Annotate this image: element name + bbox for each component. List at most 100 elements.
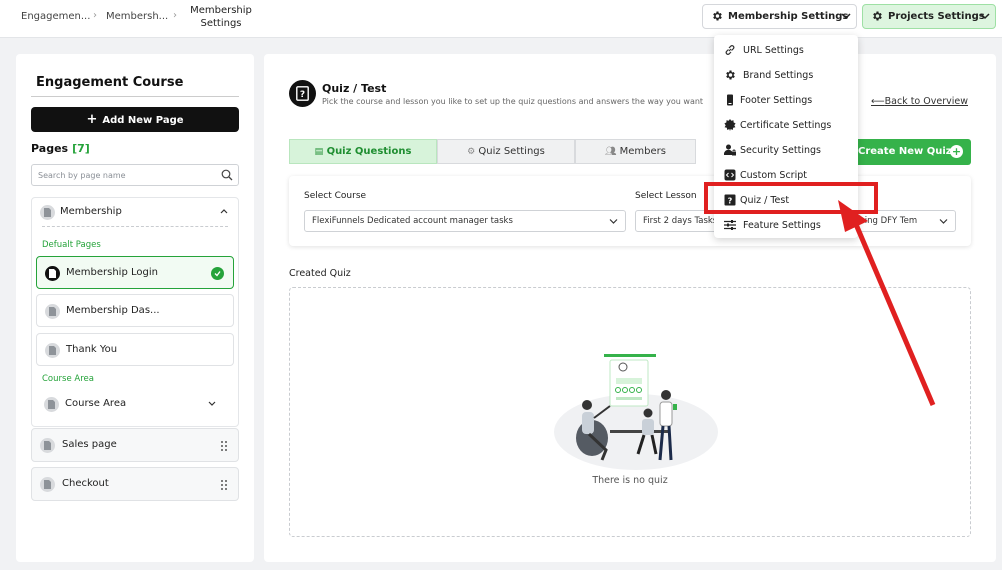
page-title: Quiz / Test bbox=[322, 82, 387, 95]
document-icon bbox=[45, 343, 60, 358]
course-area-section-label: Course Area bbox=[42, 374, 94, 384]
divider bbox=[42, 226, 228, 227]
create-new-quiz-button[interactable]: Create New Quiz + bbox=[854, 139, 971, 165]
membership-group-header[interactable]: Membership bbox=[32, 198, 240, 226]
course-area-item[interactable]: Course Area bbox=[41, 389, 229, 419]
select-lesson-value: First 2 days Tasks bbox=[643, 216, 718, 226]
chevron-up-icon[interactable] bbox=[220, 208, 228, 214]
pages-heading: Pages [7] bbox=[31, 142, 90, 155]
menu-item-footer-settings[interactable]: Footer Settings bbox=[714, 87, 858, 112]
menu-item-label: Certificate Settings bbox=[740, 120, 832, 131]
tab-label: Members bbox=[619, 146, 666, 157]
created-quiz-area: There is no quiz bbox=[289, 287, 971, 537]
user-lock-icon bbox=[724, 144, 736, 156]
certificate-icon bbox=[724, 119, 736, 131]
membership-settings-label: Membership Settings bbox=[728, 11, 849, 22]
link-icon bbox=[725, 45, 735, 55]
projects-settings-label: Projects Settings bbox=[888, 11, 985, 22]
menu-item-feature-settings[interactable]: Feature Settings bbox=[714, 212, 858, 237]
add-new-page-button[interactable]: + Add New Page bbox=[31, 107, 239, 132]
plus-icon: + bbox=[950, 145, 963, 158]
chevron-down-icon[interactable] bbox=[208, 401, 216, 407]
gear-icon bbox=[873, 11, 882, 21]
projects-settings-button[interactable]: Projects Settings bbox=[862, 4, 996, 29]
sidebar-item-label: Sales page bbox=[62, 439, 117, 450]
sidebar-item-sales-page[interactable]: Sales page bbox=[31, 428, 239, 462]
search-box bbox=[31, 164, 239, 186]
select-lesson-label: Select Lesson bbox=[635, 191, 697, 201]
sidebar-item-checkout[interactable]: Checkout bbox=[31, 467, 239, 501]
gear-icon bbox=[713, 11, 722, 21]
menu-item-label: Security Settings bbox=[740, 145, 821, 156]
empty-state-illustration bbox=[554, 354, 718, 470]
top-bar: Engagemen... › Membersh... › Membership … bbox=[0, 0, 1002, 38]
tab-label: Quiz Settings bbox=[478, 146, 545, 157]
breadcrumb-current-line2: Settings bbox=[200, 18, 242, 29]
tab-label: Quiz Questions bbox=[326, 146, 412, 157]
sidebar: Engagement Course + Add New Page Pages [7]… bbox=[16, 54, 254, 562]
back-to-overview-link[interactable]: ⟵Back to Overview bbox=[871, 96, 968, 107]
empty-state-text: There is no quiz bbox=[592, 475, 668, 486]
page-item-membership-dashboard[interactable]: Membership Das... bbox=[36, 294, 234, 327]
menu-item-brand-settings[interactable]: Brand Settings bbox=[714, 62, 858, 87]
main-panel: ? Quiz / Test Pick the course and lesson… bbox=[264, 54, 996, 562]
menu-item-certificate-settings[interactable]: Certificate Settings bbox=[714, 112, 858, 137]
page-item-label: Membership Login bbox=[66, 267, 158, 278]
search-input[interactable] bbox=[38, 169, 208, 182]
check-icon bbox=[211, 267, 224, 280]
select-course-label: Select Course bbox=[304, 191, 367, 201]
document-icon bbox=[40, 438, 55, 453]
tabs: ▤ Quiz Questions ⚙ Quiz Settings 👥︎ Memb… bbox=[289, 139, 696, 164]
page-item-thank-you[interactable]: Thank You bbox=[36, 333, 234, 366]
gear-icon: ⚙ bbox=[467, 147, 476, 157]
breadcrumb-separator-icon: › bbox=[173, 10, 177, 21]
drag-handle-icon[interactable] bbox=[220, 479, 228, 491]
divider bbox=[31, 96, 239, 97]
created-quiz-label: Created Quiz bbox=[289, 268, 351, 279]
page-item-label: Membership Das... bbox=[66, 305, 160, 316]
menu-item-label: Custom Script bbox=[740, 170, 807, 181]
document-icon bbox=[40, 477, 55, 492]
tab-members[interactable]: 👥︎ Members bbox=[575, 139, 696, 164]
menu-item-label: URL Settings bbox=[743, 45, 804, 56]
chevron-down-icon bbox=[841, 13, 851, 20]
menu-item-url-settings[interactable]: URL Settings bbox=[714, 37, 858, 62]
menu-item-label: Footer Settings bbox=[740, 95, 813, 106]
menu-item-security-settings[interactable]: Security Settings bbox=[714, 137, 858, 162]
drag-handle-icon[interactable] bbox=[220, 440, 228, 452]
phone-icon bbox=[727, 94, 733, 106]
search-icon[interactable] bbox=[221, 169, 233, 181]
tab-quiz-settings[interactable]: ⚙ Quiz Settings bbox=[437, 139, 575, 164]
tab-quiz-questions[interactable]: ▤ Quiz Questions bbox=[289, 139, 437, 164]
sidebar-title: Engagement Course bbox=[36, 75, 184, 90]
chevron-down-icon bbox=[609, 219, 618, 224]
page-item-membership-login[interactable]: Membership Login bbox=[36, 256, 234, 289]
svg-text:?: ? bbox=[300, 90, 305, 100]
breadcrumb-current-line1: Membership bbox=[190, 5, 252, 16]
menu-item-custom-script[interactable]: Custom Script bbox=[714, 162, 858, 187]
menu-item-quiz-test[interactable]: ? Quiz / Test bbox=[714, 187, 858, 212]
create-new-quiz-label: Create New Quiz bbox=[858, 146, 952, 157]
quiz-selection-card: Select Course FlexiFunnels Dedicated acc… bbox=[289, 176, 971, 246]
chevron-down-icon bbox=[980, 13, 990, 20]
breadcrumb-separator-icon: › bbox=[93, 10, 97, 21]
breadcrumb-item-membership[interactable]: Membersh... bbox=[106, 11, 168, 22]
svg-text:?: ? bbox=[728, 197, 733, 206]
menu-item-label: Feature Settings bbox=[743, 220, 821, 231]
page-item-label: Thank You bbox=[66, 344, 118, 355]
select-course-dropdown[interactable]: FlexiFunnels Dedicated account manager t… bbox=[304, 210, 626, 232]
document-icon bbox=[44, 397, 59, 412]
breadcrumb-item-engagement[interactable]: Engagemen... bbox=[21, 11, 90, 22]
membership-settings-button[interactable]: Membership Settings bbox=[702, 4, 857, 29]
arrow-left-icon: ⟵ bbox=[871, 96, 885, 107]
breadcrumb-current: Membership Settings bbox=[186, 4, 256, 30]
document-icon bbox=[45, 304, 60, 319]
document-icon bbox=[45, 266, 60, 281]
membership-group-label: Membership bbox=[60, 206, 122, 217]
menu-item-label: Brand Settings bbox=[743, 70, 814, 81]
membership-settings-dropdown: URL Settings Brand Settings Footer Setti… bbox=[714, 35, 858, 238]
course-area-label: Course Area bbox=[65, 398, 127, 409]
gear-icon bbox=[726, 70, 735, 80]
quiz-icon: ? bbox=[724, 194, 736, 206]
quiz-icon: ? bbox=[289, 80, 316, 107]
